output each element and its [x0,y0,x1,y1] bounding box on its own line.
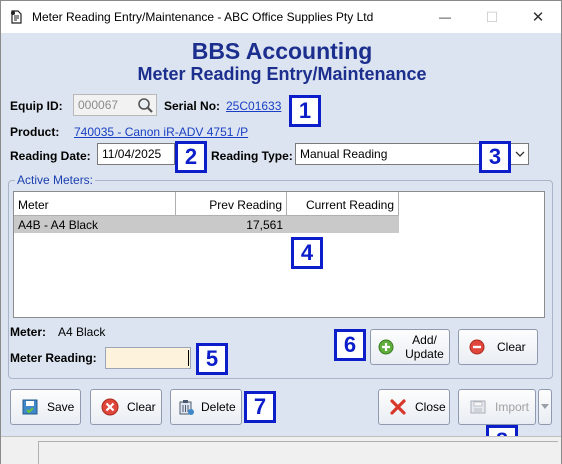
reading-type-label: Reading Type: [211,149,293,163]
close-label: Close [415,400,446,414]
active-meters-legend: Active Meters: [15,173,96,187]
chevron-down-icon[interactable] [515,149,525,159]
meter-cell: A4B - A4 Black [18,218,99,232]
product-label: Product: [10,125,60,139]
minus-icon [469,339,485,355]
import-icon [470,400,486,414]
save-label: Save [47,400,75,414]
meters-table[interactable]: Meter Prev Reading Current Reading A4B -… [13,191,545,318]
window-title: Meter Reading Entry/Maintenance - ABC Of… [32,10,374,24]
callout-badge-6: 6 [334,329,366,361]
column-header-meter[interactable]: Meter [14,192,176,216]
callout-badge-5: 5 [196,343,228,375]
close-button[interactable]: Close [378,389,450,425]
add-update-label-line2: Update [405,347,444,361]
minimize-icon: — [439,10,451,24]
callout-badge-1: 1 [289,95,321,127]
import-dropdown-button [538,389,552,425]
clear-meter-label: Clear [497,340,526,354]
chevron-down-icon [541,404,549,409]
table-row[interactable]: A4B - A4 Black 17,561 [14,216,399,233]
company-heading: BBS Accounting [191,38,373,64]
reading-date-input[interactable]: 11/04/2025 [97,143,175,165]
callout-badge-4: 4 [291,237,323,269]
cancel-icon [101,398,119,416]
clear-button[interactable]: Clear [90,389,162,425]
minimize-button[interactable]: — [422,1,468,33]
add-update-label-line1: Add/ [412,333,437,347]
app-icon [11,10,22,24]
delete-label: Delete [201,400,236,414]
close-icon: ✕ [531,9,545,26]
maximize-icon: ☐ [485,8,499,25]
import-label: Import [495,400,530,414]
prev-reading-cell: 17,561 [246,218,283,232]
serial-label: Serial No: [164,99,221,113]
title-bar: Meter Reading Entry/Maintenance - ABC Of… [1,1,561,33]
save-button[interactable]: Save [10,389,81,425]
meter-label: Meter: [10,325,47,339]
meter-reading-label: Meter Reading: [10,351,97,365]
column-header-current-reading[interactable]: Current Reading [287,192,399,216]
equip-id-label: Equip ID: [10,99,63,113]
column-header-prev-reading[interactable]: Prev Reading [176,192,287,216]
save-icon [22,399,38,415]
add-icon [378,339,394,355]
status-panel [38,441,558,464]
maximize-button: ☐ [469,1,515,33]
delete-button[interactable]: Delete [170,389,242,425]
close-x-icon [390,399,406,415]
page-title: Meter Reading Entry/Maintenance [137,64,427,84]
serial-link[interactable]: 25C01633 [226,99,281,113]
reading-date-label: Reading Date: [10,149,91,163]
meter-reading-window: Meter Reading Entry/Maintenance - ABC Of… [0,0,562,464]
callout-badge-7: 7 [244,391,276,423]
callout-badge-3: 3 [479,141,511,173]
current-reading-cell [287,216,399,233]
table-header: Meter Prev Reading Current Reading [14,192,399,216]
equip-id-value: 000067 [78,98,119,112]
product-link[interactable]: 740035 - Canon iR-ADV 4751 /P [74,125,248,139]
add-update-button[interactable]: Add/ Update [370,329,450,365]
close-window-button[interactable]: ✕ [515,1,561,33]
clear-label: Clear [127,400,156,414]
reading-date-value: 11/04/2025 [102,147,162,161]
callout-badge-2: 2 [175,141,207,173]
delete-icon [179,400,194,415]
meter-value: A4 Black [58,325,106,339]
import-button: Import [458,389,536,425]
search-icon[interactable] [137,97,154,114]
text-cursor [188,350,189,366]
clear-meter-button[interactable]: Clear [458,329,538,365]
status-bar [1,436,561,464]
meter-reading-input[interactable] [105,347,191,369]
reading-type-value: Manual Reading [300,147,388,161]
